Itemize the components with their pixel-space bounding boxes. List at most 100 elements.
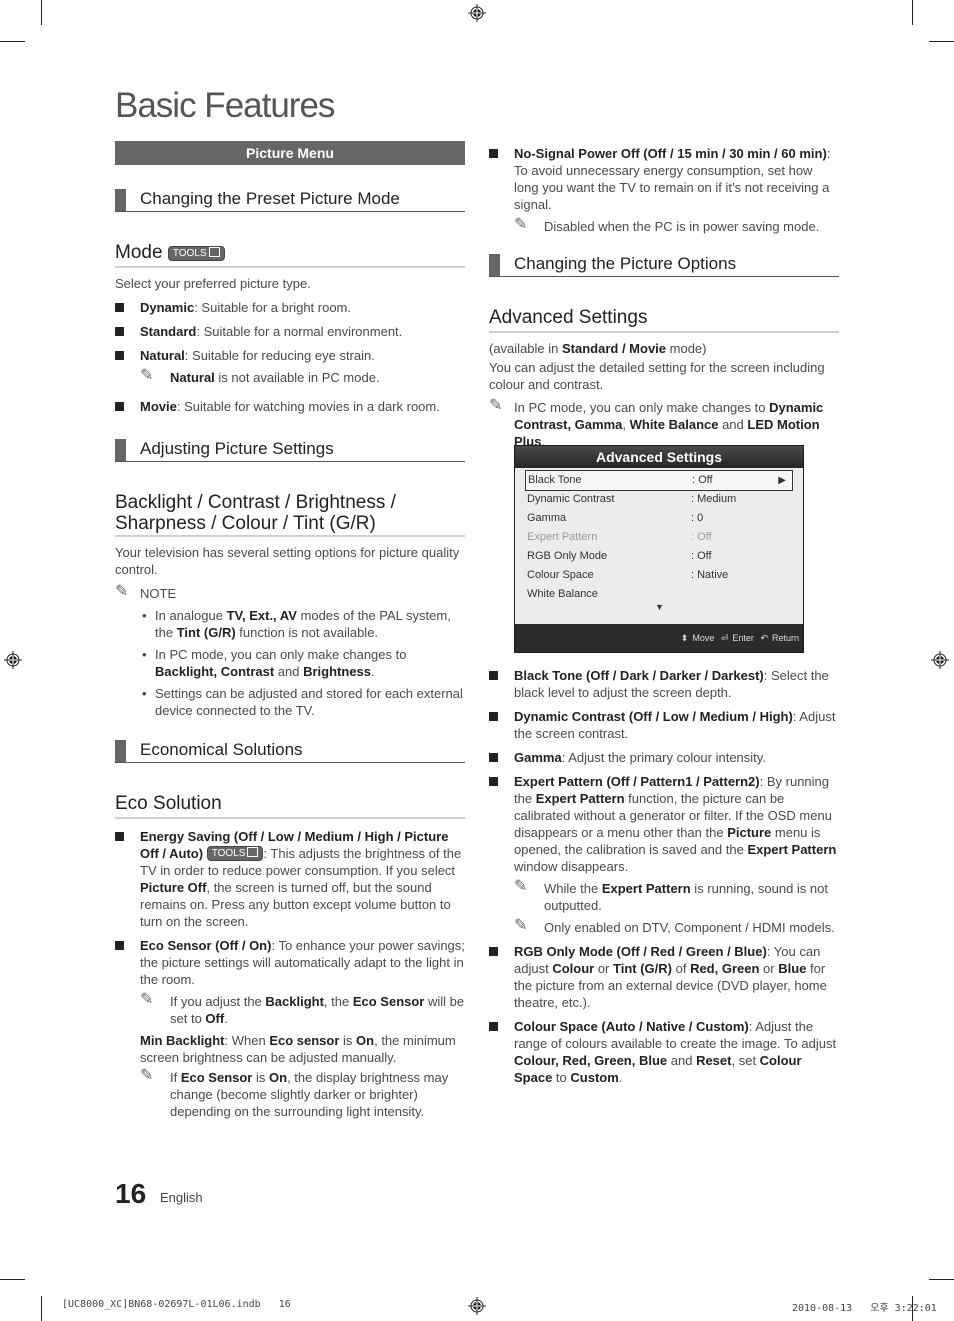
advanced-intro: You can adjust the detailed setting for … [489, 360, 825, 392]
list-item: RGB Only Mode (Off / Red / Green / Blue)… [489, 943, 839, 1011]
text: , the [323, 994, 353, 1009]
bullet-square-icon [115, 941, 124, 950]
osd-menu-item-gamma[interactable]: Gamma : 0 [527, 509, 793, 528]
text: . [224, 1011, 228, 1026]
section-heading: Adjusting Picture Settings [115, 437, 465, 462]
term: Standard [140, 324, 197, 339]
note-line: ✎ If you adjust the Backlight, the Eco S… [115, 991, 465, 1027]
term: Expert Pattern [535, 791, 625, 806]
osd-title: Advanced Settings [515, 446, 803, 468]
text: , [622, 417, 630, 432]
text: . [371, 664, 375, 679]
text: In PC mode, you can only make changes to [155, 647, 407, 662]
scroll-down-arrow-icon[interactable]: ▼ [655, 602, 664, 612]
osd-item-value: : 0 [691, 512, 704, 524]
osd-menu-item-expert-pattern[interactable]: Expert Pattern: Off [527, 528, 793, 547]
osd-hint-enter: Enter [732, 633, 754, 643]
section-heading: Economical Solutions [115, 738, 465, 763]
section-heading: Changing the Preset Picture Mode [115, 187, 465, 212]
print-slug-file: [UC8000_XC]BN68-02697L-01L06.indb 16 [62, 1299, 291, 1310]
osd-item-value: : Medium [691, 493, 737, 505]
pencil-note-icon: ✎ [140, 1067, 154, 1084]
desc: : Suitable for reducing eye strain. [184, 348, 375, 363]
crop-mark [0, 1279, 25, 1280]
tools-label: TOOLS [211, 848, 246, 859]
list-item: Dynamic Contrast (Off / Low / Medium / H… [489, 708, 839, 742]
pencil-note-icon: ✎ [514, 917, 528, 934]
osd-item-value: : Off [692, 474, 713, 486]
page-title: Basic Features [115, 86, 335, 125]
term: White Balance [629, 417, 719, 432]
osd-hint-return: Return [771, 633, 799, 643]
term: Eco Sensor (Off / On) [140, 938, 272, 953]
osd-menu-item-colour-space[interactable]: Colour Space: Native [527, 566, 793, 585]
term: Custom [570, 1070, 619, 1085]
desc: : Suitable for watching movies in a dark… [176, 399, 440, 414]
osd-menu-item-dynamic-contrast[interactable]: Dynamic Contrast: Medium [527, 490, 793, 509]
section-tab-marker [489, 254, 500, 276]
bullet-square-icon [489, 1022, 498, 1031]
left-column: Picture Menu Changing the Preset Picture… [115, 141, 465, 1120]
bullet-square-icon [115, 402, 124, 411]
desc: window disappears. [514, 859, 629, 874]
term: Colour [552, 961, 595, 976]
section-tab-marker [115, 740, 126, 762]
term: Movie [140, 399, 177, 414]
min-backlight-text: Min Backlight: When Eco sensor is On, th… [115, 1032, 465, 1066]
bullet-square-icon [489, 712, 498, 721]
osd-item-label: White Balance [527, 588, 598, 600]
pencil-note-icon: ✎ [489, 397, 503, 414]
bullet-dot-icon: • [142, 686, 147, 701]
note-line: ✎ If Eco Sensor is On, the display bright… [115, 1067, 465, 1120]
text: mode) [666, 341, 707, 356]
backlight-heading: Backlight / Contrast / Brightness / Shar… [115, 492, 465, 537]
term: Dynamic Contrast (Off / Low / Medium / H… [514, 709, 793, 724]
text: (available in [489, 341, 562, 356]
desc: : Adjust the primary colour intensity. [561, 750, 766, 765]
term: Picture Off [140, 880, 207, 895]
bullet-square-icon [489, 671, 498, 680]
term: RGB Only Mode (Off / Red / Green / Blue) [514, 944, 767, 959]
term: Reset [696, 1053, 732, 1068]
term: Expert Pattern [747, 842, 837, 857]
heading-line: Sharpness / Colour / Tint (G/R) [115, 513, 376, 534]
list-item: Colour Space (Auto / Native / Custom): A… [489, 1018, 839, 1086]
osd-footer: ⬍ Move ⏎ Enter ↶ Return [515, 624, 803, 652]
bullet-square-icon [489, 947, 498, 956]
bullet-dot-icon: • [142, 647, 147, 662]
term: Off [205, 1011, 225, 1026]
osd-item-label: Gamma [527, 512, 567, 524]
heading-line: Backlight / Contrast / Brightness / [115, 492, 396, 513]
crop-mark [41, 1296, 42, 1321]
eco-heading: Eco Solution [115, 792, 465, 819]
advanced-heading: Advanced Settings [489, 306, 839, 333]
section-title: Economical Solutions [140, 740, 303, 759]
bullet-dot-icon: • [142, 608, 147, 623]
text: Only enabled on DTV, Component / HDMI mo… [544, 920, 835, 935]
pencil-note-icon: ✎ [115, 583, 129, 600]
term: Black Tone (Off / Dark / Darker / Darkes… [514, 668, 764, 683]
term: On [269, 1070, 288, 1085]
term: Expert Pattern (Off / Pattern1 / Pattern… [514, 774, 760, 789]
text: and [274, 664, 304, 679]
text: Disabled when the PC is in power saving … [544, 219, 820, 234]
osd-menu-item-black-tone[interactable]: Black Tone: Off ▶ [525, 470, 793, 491]
section-title: Changing the Preset Picture Mode [140, 189, 400, 208]
text: Settings can be adjusted and stored for … [155, 686, 463, 718]
osd-menu-item-rgb-only-mode[interactable]: RGB Only Mode: Off [527, 547, 793, 566]
term: Min Backlight [140, 1033, 225, 1048]
term: Standard / Movie [562, 341, 667, 356]
desc: is not available in PC mode. [214, 370, 380, 385]
list-item: Eco Sensor (Off / On): To enhance your p… [115, 937, 465, 988]
osd-item-label: Black Tone [528, 474, 582, 486]
tools-badge: TOOLS [206, 846, 264, 861]
enter-icon: ⏎ [720, 633, 729, 643]
term: On [356, 1033, 375, 1048]
bullet-square-icon [489, 777, 498, 786]
term: Colour, Red, Green, Blue [514, 1053, 668, 1068]
list-item: Movie: Suitable for watching movies in a… [115, 398, 465, 415]
text: In analogue [155, 608, 227, 623]
registration-mark-icon [468, 1297, 486, 1315]
desc: : Suitable for a normal environment. [196, 324, 403, 339]
text: : When [224, 1033, 270, 1048]
